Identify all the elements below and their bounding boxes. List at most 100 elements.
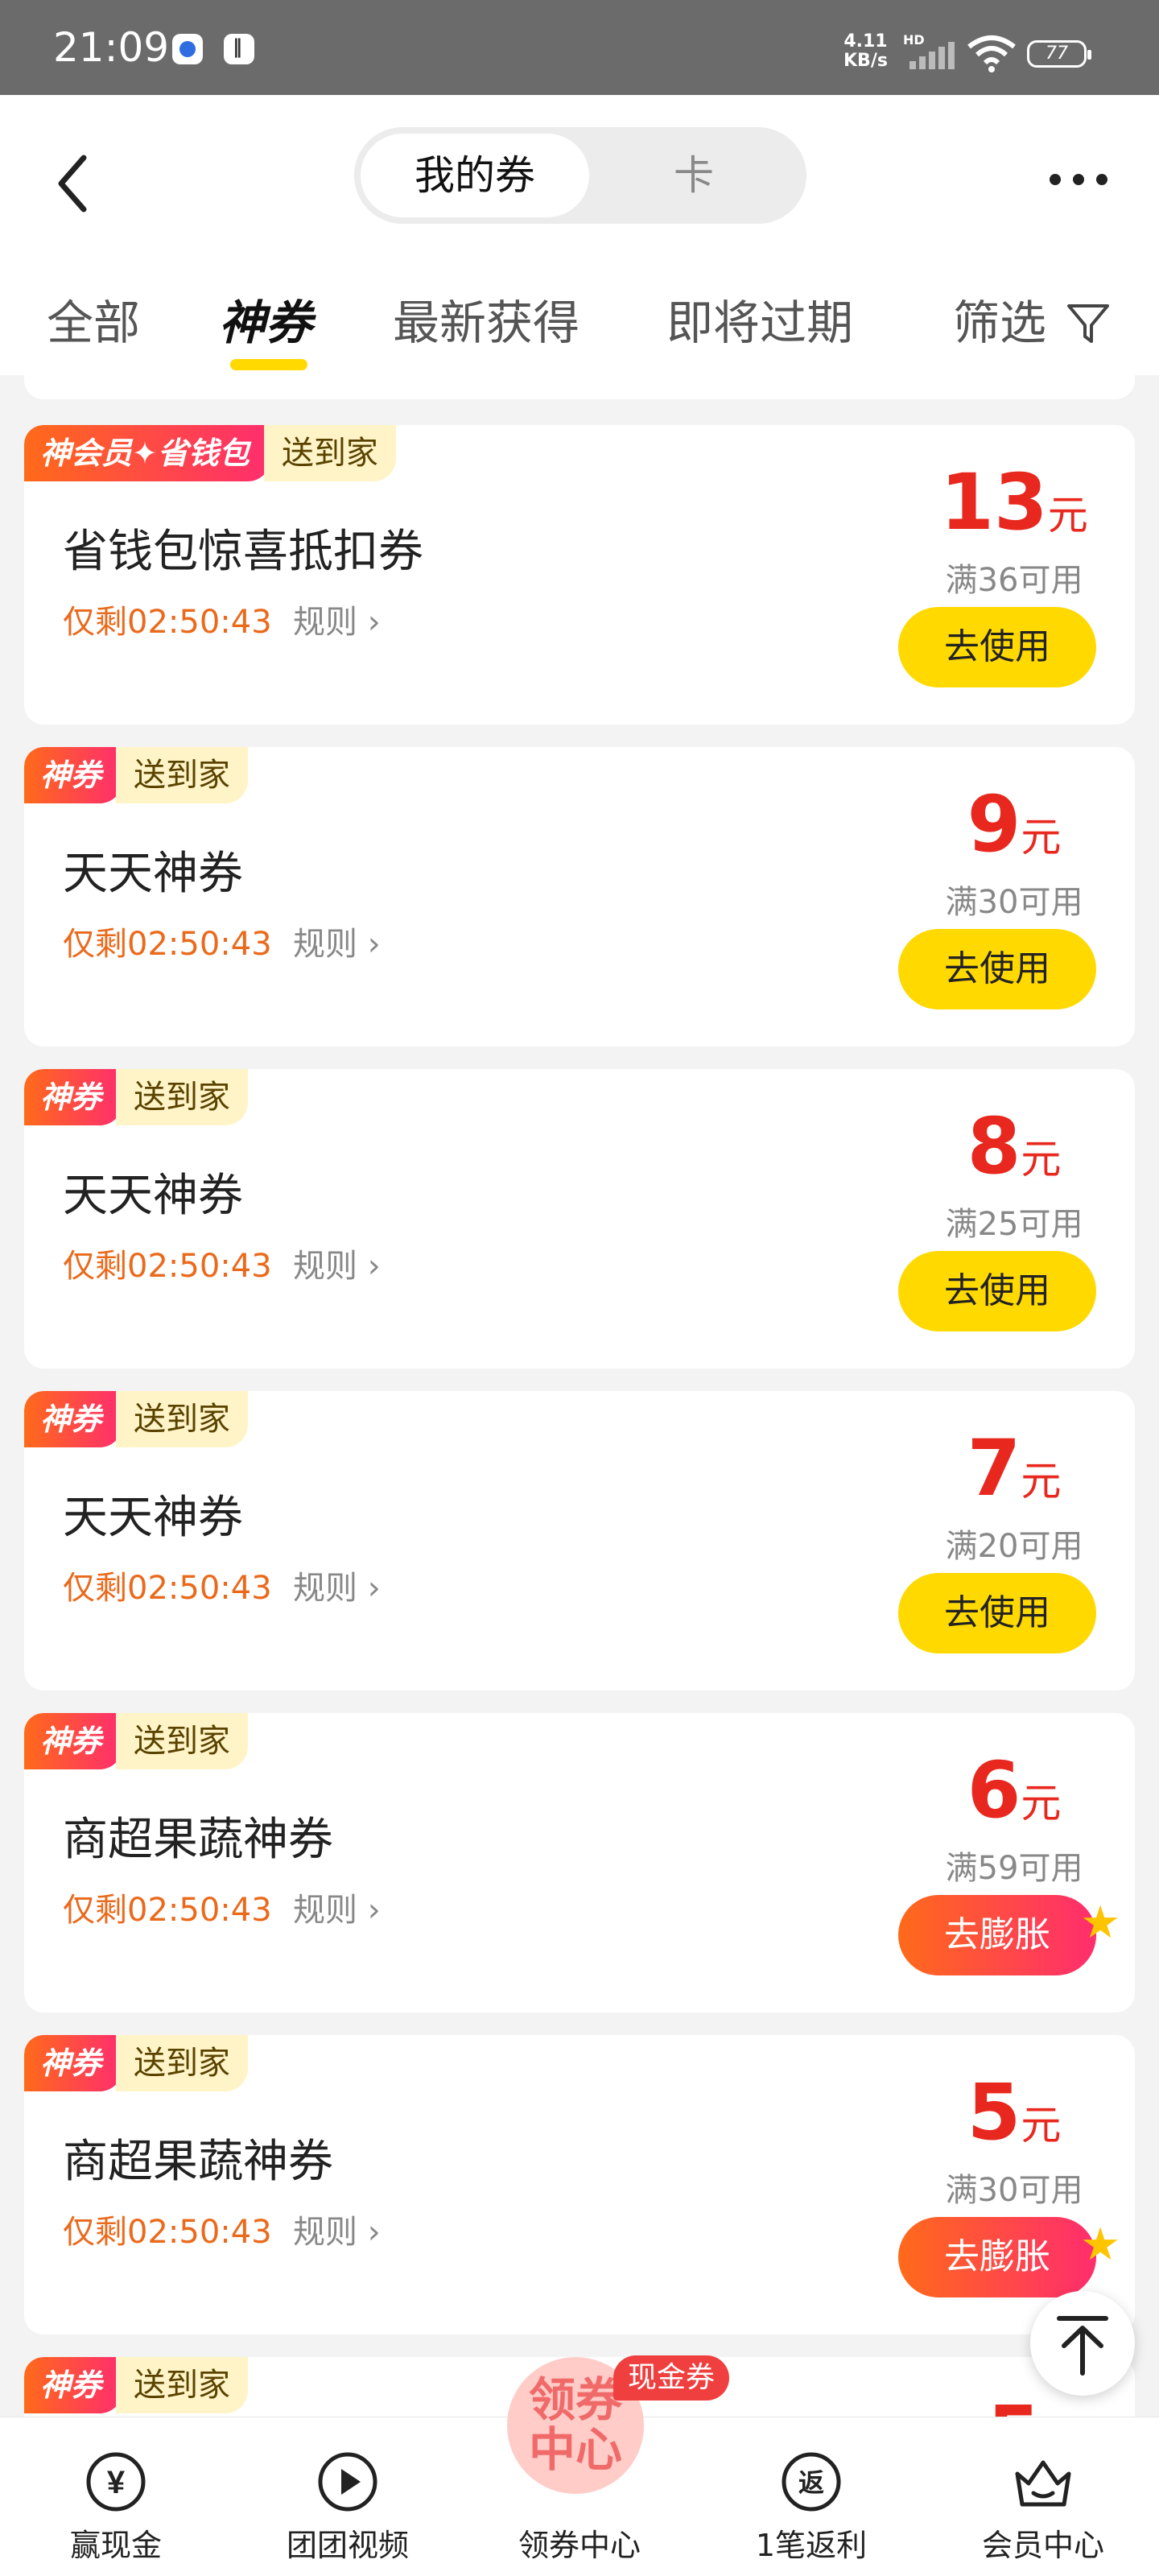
delivery-tag: 送到家 [116, 2035, 249, 2091]
tab-all[interactable]: 全部 [47, 285, 140, 353]
use-coupon-button[interactable]: 去使用 [898, 1251, 1096, 1331]
amount-value: 5 [967, 2067, 1021, 2157]
chevron-right-icon: › [357, 604, 381, 641]
play-video-icon [318, 2452, 377, 2512]
coupon-tags: 神会员✦省钱包 送到家 [24, 425, 396, 481]
segment-cards[interactable]: 卡 [588, 134, 800, 217]
coupon-condition: 满20可用 [945, 1528, 1083, 1565]
header: 我的券 卡 全部 神券 最新获得 即将过期 筛选 [0, 95, 1159, 375]
coupon-condition: 满25可用 [945, 1206, 1083, 1243]
rules-label: 规则 [293, 2214, 357, 2251]
delivery-tag: 送到家 [263, 425, 396, 481]
coupon-condition: 满36可用 [945, 562, 1083, 599]
coupon-condition: 满30可用 [945, 2172, 1083, 2209]
rules-label: 规则 [293, 604, 357, 641]
amount-value: 13 [940, 457, 1048, 547]
amount-value: 8 [967, 1101, 1021, 1191]
nav-label: 1笔返利 [755, 2528, 868, 2563]
coupon-title: 商超果蔬神券 [63, 1814, 333, 1866]
amount-value: 7 [967, 1423, 1021, 1513]
sparkle-star-icon: ★ [1080, 1897, 1121, 1949]
nav-videos[interactable]: 团团视频 [232, 2417, 464, 2576]
nav-membership[interactable]: 会员中心 [927, 2417, 1159, 2576]
amount-unit: 元 [1021, 1780, 1062, 1827]
rules-label: 规则 [293, 926, 357, 963]
coupon-amount: 5元 [893, 2067, 1135, 2157]
rules-link[interactable]: 规则 › [293, 1240, 381, 1286]
rules-link[interactable]: 规则 › [293, 1562, 381, 1608]
coupon-countdown: 仅剩02:50:43 [63, 1570, 272, 1607]
coupon-card[interactable]: 神券 送到家 天天神券 仅剩02:50:43 规则 › 9元 满30可用 去使用 [24, 747, 1135, 1046]
delivery-tag: 送到家 [116, 1069, 249, 1125]
battery-icon: 77 [1027, 40, 1091, 68]
more-options-button[interactable] [1046, 164, 1111, 196]
rules-link[interactable]: 规则 › [293, 2206, 381, 2252]
coupon-title: 天天神券 [63, 848, 243, 900]
coupon-card[interactable]: 神会员✦省钱包 送到家 省钱包惊喜抵扣券 仅剩02:50:43 规则 › 13元… [24, 425, 1135, 724]
brand-tag: 神券 [24, 1391, 123, 1447]
rules-link[interactable]: 规则 › [293, 1884, 381, 1930]
nav-label: 领券中心 [518, 2528, 641, 2563]
boost-coupon-button[interactable]: 去膨胀 [898, 2217, 1096, 2297]
chevron-right-icon: › [357, 2214, 381, 2251]
chevron-right-icon: › [357, 1248, 381, 1285]
coupon-countdown: 仅剩02:50:43 [63, 604, 272, 641]
coupon-condition: 满30可用 [945, 884, 1083, 921]
filter-funnel-icon[interactable] [1066, 301, 1111, 346]
coupon-card[interactable]: 神券 送到家 天天神券 仅剩02:50:43 规则 › 7元 满20可用 去使用 [24, 1391, 1135, 1690]
coupon-list[interactable]: 神会员✦省钱包 送到家 省钱包惊喜抵扣券 仅剩02:50:43 规则 › 13元… [0, 375, 1159, 2417]
tab-latest[interactable]: 最新获得 [393, 285, 580, 353]
tab-god-coupons[interactable]: 神券 [219, 285, 312, 353]
amount-unit: 元 [1021, 1458, 1062, 1505]
coupon-tags: 神券 送到家 [24, 1069, 249, 1125]
delivery-tag: 送到家 [116, 1713, 249, 1769]
chevron-right-icon: › [357, 1570, 381, 1607]
coupon-amount: 6元 [893, 1745, 1135, 1835]
filter-tabs: 全部 神券 最新获得 即将过期 筛选 [0, 269, 1159, 370]
rules-link[interactable]: 规则 › [293, 596, 381, 642]
coupon-tags: 神券 送到家 [24, 1713, 249, 1769]
wifi-icon [967, 35, 1016, 72]
nav-win-cash[interactable]: ¥ 赢现金 [0, 2417, 232, 2576]
nav-label: 赢现金 [69, 2528, 162, 2563]
chevron-right-icon: › [357, 926, 381, 963]
rules-label: 规则 [293, 1892, 357, 1929]
segment-control: 我的券 卡 [354, 127, 806, 224]
segment-my-coupons[interactable]: 我的券 [361, 134, 589, 217]
brand-tag: 神券 [24, 2035, 123, 2091]
rules-label: 规则 [293, 1570, 357, 1607]
amount-value: 9 [967, 779, 1021, 869]
brand-tag: 神券 [24, 2357, 123, 2413]
delivery-tag: 送到家 [116, 1391, 249, 1447]
nav-label: 会员中心 [981, 2528, 1104, 2563]
amount-value: 6 [967, 1745, 1021, 1835]
coupon-condition: 满59可用 [945, 1850, 1083, 1887]
boost-coupon-button[interactable]: 去膨胀 [898, 1895, 1096, 1975]
coupon-amount: 5 [893, 2389, 1135, 2417]
brand-tag: 神券 [24, 747, 123, 803]
network-speed: 4.11 KB/s [843, 32, 888, 71]
back-to-top-button[interactable] [1030, 2291, 1135, 2396]
use-coupon-button[interactable]: 去使用 [898, 929, 1096, 1009]
amount-unit: 元 [1021, 2102, 1062, 2149]
delivery-tag: 送到家 [116, 2357, 249, 2413]
use-coupon-button[interactable]: 去使用 [898, 607, 1096, 687]
nav-rebate[interactable]: 返 1笔返利 [695, 2417, 927, 2576]
coupon-card[interactable]: 神券 送到家 商超果蔬神券 仅剩02:50:43 规则 › 5元 满30可用 去… [24, 2035, 1135, 2334]
rules-link[interactable]: 规则 › [293, 918, 381, 964]
coupon-card[interactable]: 神券 送到家 商超果蔬神券 仅剩02:50:43 规则 › 6元 满59可用 去… [24, 1713, 1135, 2013]
signal-icon [909, 42, 955, 69]
notification-app-icon [172, 34, 203, 64]
nav-label: 团团视频 [286, 2528, 409, 2563]
back-button[interactable] [50, 151, 98, 216]
coupon-countdown: 仅剩02:50:43 [63, 926, 272, 963]
use-coupon-button[interactable]: 去使用 [898, 1573, 1096, 1653]
amount-unit: 元 [1047, 492, 1088, 539]
network-speed-value: 4.11 [843, 31, 888, 52]
tab-expiring[interactable]: 即将过期 [666, 285, 853, 353]
coupon-card[interactable]: 神券 送到家 天天神券 仅剩02:50:43 规则 › 8元 满25可用 去使用 [24, 1069, 1135, 1368]
amount-value: 5 [988, 2389, 1041, 2417]
tab-filter[interactable]: 筛选 [953, 285, 1046, 353]
coupon-tags: 神券 送到家 [24, 2035, 249, 2091]
svg-text:返: 返 [798, 2467, 824, 2498]
